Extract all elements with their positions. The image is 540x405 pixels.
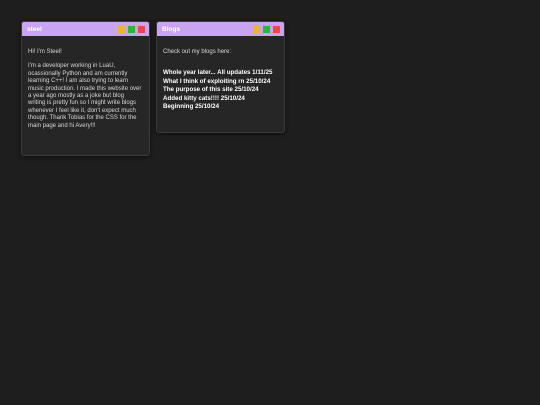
- minimize-button[interactable]: [253, 25, 260, 33]
- list-item: What I think of exploiting rn 25/10/24: [163, 78, 278, 86]
- blogs-window: Blogs Check out my blogs here: Whole yea…: [156, 21, 285, 133]
- blog-post-link[interactable]: Added kitty cats!!!! 25/10/24: [163, 95, 245, 102]
- steel-window-title: steel: [27, 25, 42, 33]
- list-item: Beginning 25/10/24: [163, 103, 278, 111]
- maximize-button[interactable]: [263, 25, 270, 33]
- blogs-window-titlebar[interactable]: Blogs: [157, 22, 284, 36]
- about-text: I'm a developer working in LuaU, ocassio…: [28, 63, 142, 129]
- close-button[interactable]: [273, 25, 280, 33]
- steel-window: steel Hi! I'm Steel! I'm a developer wor…: [21, 21, 150, 156]
- blogs-window-content: Check out my blogs here: Whole year late…: [157, 36, 284, 117]
- steel-window-content: Hi! I'm Steel! I'm a developer working i…: [22, 36, 149, 136]
- blogs-intro-text: Check out my blogs here:: [163, 49, 232, 55]
- greeting-text: Hi! I'm Steel!: [28, 49, 62, 55]
- maximize-button[interactable]: [128, 25, 135, 33]
- blogs-window-controls: [253, 25, 280, 33]
- list-item: The purpose of this site 25/10/24: [163, 86, 278, 94]
- blogs-window-title: Blogs: [162, 25, 181, 33]
- blog-post-link[interactable]: Beginning 25/10/24: [163, 103, 219, 110]
- steel-window-controls: [118, 25, 145, 33]
- blog-post-link[interactable]: What I think of exploiting rn 25/10/24: [163, 78, 270, 85]
- close-button[interactable]: [138, 25, 145, 33]
- list-item: Added kitty cats!!!! 25/10/24: [163, 95, 278, 103]
- list-item: Whole year later... All updates 1/11/25: [163, 69, 278, 77]
- blog-post-link[interactable]: The purpose of this site 25/10/24: [163, 86, 259, 93]
- minimize-button[interactable]: [118, 25, 125, 33]
- blog-post-list: Whole year later... All updates 1/11/25 …: [163, 69, 278, 111]
- blog-post-link[interactable]: Whole year later... All updates 1/11/25: [163, 69, 272, 76]
- steel-window-titlebar[interactable]: steel: [22, 22, 149, 36]
